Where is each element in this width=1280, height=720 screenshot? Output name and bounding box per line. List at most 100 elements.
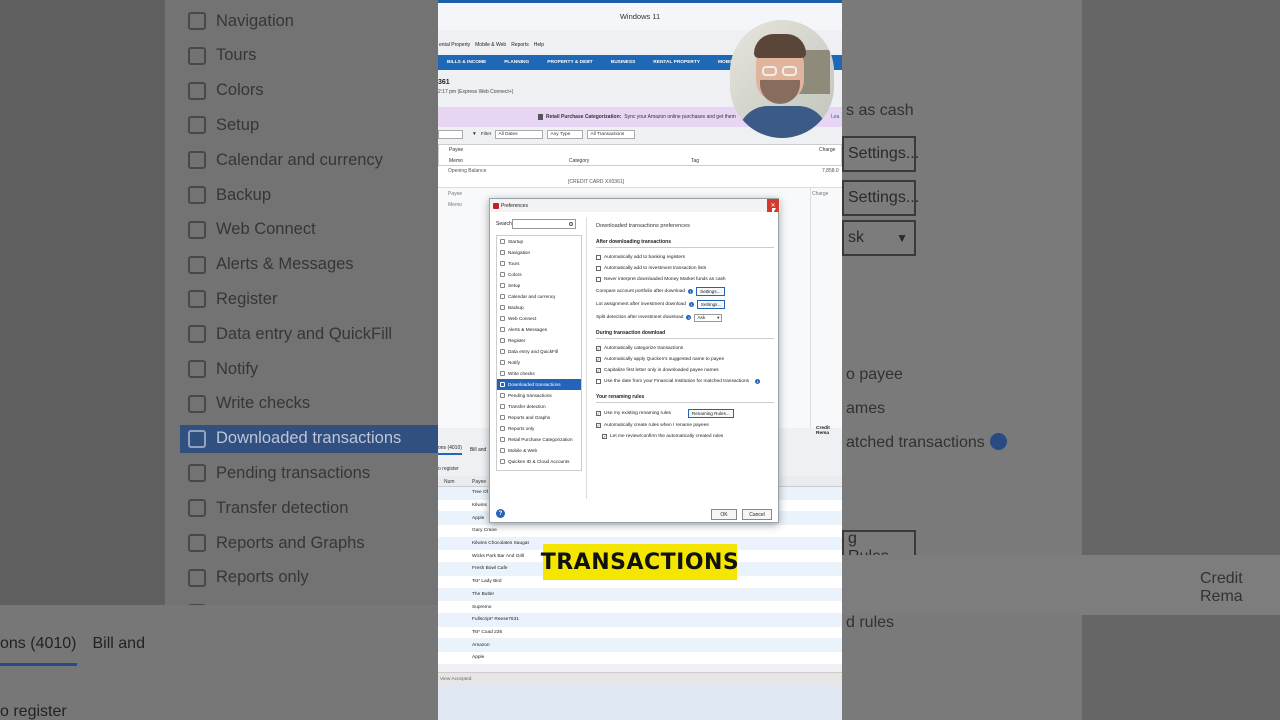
- nav-item-icon: [188, 499, 206, 518]
- preferences-nav-item[interactable]: Data entry and QuickFill: [497, 346, 581, 357]
- status-text[interactable]: View Accepted: [440, 677, 471, 682]
- top-nav-item[interactable]: BILLS & INCOME: [438, 60, 495, 65]
- info-icon[interactable]: i: [688, 289, 694, 294]
- transactions-select[interactable]: All Transactions: [587, 129, 636, 139]
- checkbox[interactable]: [596, 266, 601, 271]
- top-nav-item[interactable]: PLANNING: [495, 60, 538, 65]
- preferences-nav-item[interactable]: Pending transactions: [497, 390, 581, 401]
- preferences-nav-item[interactable]: Reports only: [497, 423, 581, 434]
- menu-item[interactable]: Help: [534, 42, 544, 52]
- split-select[interactable]: Ask ▾: [694, 313, 723, 322]
- menu-item[interactable]: Reports: [511, 42, 529, 52]
- list-item[interactable]: Fullscript* Reese7631: [438, 613, 842, 627]
- checkbox-checked[interactable]: ✓: [596, 368, 601, 373]
- info-icon[interactable]: i: [688, 302, 694, 307]
- option-row[interactable]: Automatically add to banking registers: [596, 252, 774, 263]
- preferences-nav-item[interactable]: Calendar and currency: [497, 291, 581, 302]
- option-row[interactable]: ✓ Use my existing renaming rules Renaming …: [596, 407, 774, 420]
- col-memo[interactable]: Memo: [449, 158, 463, 164]
- menu-item[interactable]: Mobile & Web: [475, 42, 506, 52]
- checkbox[interactable]: [596, 277, 601, 282]
- preferences-nav-item[interactable]: Startup: [497, 236, 581, 247]
- register-search-input[interactable]: [438, 129, 463, 139]
- info-icon[interactable]: i: [755, 379, 761, 384]
- tab-bill[interactable]: Bill and: [470, 447, 486, 453]
- col-tag[interactable]: Tag: [691, 158, 699, 164]
- cancel-button[interactable]: Cancel: [742, 509, 772, 520]
- list-item[interactable]: Apple: [438, 651, 842, 665]
- bg-nav-item: Calendar and currency: [188, 146, 383, 174]
- option-row[interactable]: ✓ Automatically apply Quicken's suggested…: [596, 354, 774, 365]
- preferences-nav-item[interactable]: Downloaded transactions: [497, 379, 581, 390]
- list-item[interactable]: Tst* Coad 236: [438, 626, 842, 640]
- list-item[interactable]: Amazon: [438, 639, 842, 652]
- preferences-nav-item[interactable]: Backup: [497, 302, 581, 313]
- preferences-nav-item[interactable]: Setup: [497, 280, 581, 291]
- col-num[interactable]: Num: [444, 479, 455, 485]
- bag-icon: [538, 114, 543, 120]
- nav-item-icon: [500, 426, 505, 431]
- top-nav-item[interactable]: RENTAL PROPERTY: [644, 60, 709, 65]
- preferences-nav-item[interactable]: Web Connect: [497, 313, 581, 324]
- col-category[interactable]: Category: [569, 158, 589, 164]
- list-item[interactable]: The Butler: [438, 588, 842, 602]
- preferences-nav-item[interactable]: Mobile & Web: [497, 445, 581, 456]
- col-charge[interactable]: Charge: [819, 147, 835, 153]
- list-item[interactable]: Supremo: [438, 601, 842, 614]
- preferences-nav-item[interactable]: Register: [497, 335, 581, 346]
- table-row[interactable]: Opening Balance 7,858.0 [CREDIT CARD XX0…: [438, 166, 842, 188]
- checkbox-checked[interactable]: ✓: [596, 411, 601, 416]
- renaming-rules-button[interactable]: Renaming Rules...: [687, 409, 734, 418]
- preferences-nav-item[interactable]: Colors: [497, 269, 581, 280]
- payee-name: Tst* Coad 236: [472, 629, 503, 635]
- top-nav-item[interactable]: BUSINESS: [602, 60, 645, 65]
- option-row[interactable]: ✓ Automatically create rules when I renam…: [596, 420, 774, 431]
- preferences-nav-item[interactable]: Alerts & Messages: [497, 324, 581, 335]
- preferences-nav-item[interactable]: Quicken ID & Cloud Accounts: [497, 456, 581, 467]
- checkbox[interactable]: [596, 255, 601, 260]
- preferences-nav-item[interactable]: Transfer detection: [497, 401, 581, 412]
- option-label: Automatically add to banking registers: [604, 255, 686, 260]
- preferences-nav-item[interactable]: Notify: [497, 357, 581, 368]
- option-row[interactable]: ✓ Automatically categorize transactions: [596, 343, 774, 354]
- top-nav-item[interactable]: PROPERTY & DEBT: [538, 60, 602, 65]
- settings-button[interactable]: Settings...: [696, 300, 726, 309]
- preferences-nav-item[interactable]: Navigation: [497, 247, 581, 258]
- nav-item-icon: [188, 116, 206, 135]
- checkbox-checked[interactable]: ✓: [602, 434, 607, 439]
- type-select[interactable]: Any Type: [547, 129, 584, 139]
- payee-name: Wicks Park Bar And Grill: [472, 553, 525, 559]
- option-row[interactable]: Automatically add to investment transact…: [596, 263, 774, 274]
- settings-button[interactable]: Settings...: [696, 287, 725, 296]
- info-icon[interactable]: i: [686, 315, 692, 320]
- checkbox[interactable]: [596, 379, 601, 384]
- preferences-nav-item[interactable]: Tours: [497, 258, 581, 269]
- tab-accounts[interactable]: ons (4010): [438, 445, 462, 455]
- nav-item-icon: [188, 12, 206, 30]
- search-input[interactable]: [512, 219, 576, 229]
- option-row[interactable]: ✓ Capitalize first letter only in downloa…: [596, 365, 774, 376]
- account-subtitle: 2:17 pm (Express Web Connect+): [438, 89, 514, 95]
- menu-item[interactable]: ental Property: [439, 42, 470, 52]
- option-row[interactable]: Use the date from your Financial Institu…: [596, 376, 774, 387]
- dates-select[interactable]: All Dates: [495, 129, 544, 139]
- nav-item-label: Reports and Graphs: [508, 415, 551, 420]
- row-payee: Opening Balance: [448, 168, 487, 174]
- preferences-nav-item[interactable]: Reports and Graphs: [497, 412, 581, 423]
- checkbox-checked[interactable]: ✓: [596, 346, 601, 351]
- option-row[interactable]: Never interpret downloaded Money Market …: [596, 274, 774, 285]
- ok-button[interactable]: OK: [711, 509, 737, 520]
- help-icon[interactable]: ?: [496, 509, 505, 518]
- list-item[interactable]: Gary Crane: [438, 525, 842, 538]
- nav-item-icon: [500, 305, 505, 310]
- checkbox-checked[interactable]: ✓: [596, 357, 601, 362]
- preferences-nav-item[interactable]: Retail Purchase Categorization: [497, 434, 581, 445]
- preferences-nav-item[interactable]: Write checks: [497, 368, 581, 379]
- register-link[interactable]: o register: [438, 466, 459, 472]
- col-payee[interactable]: Payee: [449, 147, 463, 153]
- col-payee[interactable]: Payee: [472, 479, 486, 485]
- column-divider: [810, 188, 811, 428]
- checkbox-checked[interactable]: ✓: [596, 423, 601, 428]
- bg-nav-item: Navigation: [188, 7, 294, 35]
- option-row[interactable]: ✓ Let me review/confirm the automatically…: [596, 431, 774, 442]
